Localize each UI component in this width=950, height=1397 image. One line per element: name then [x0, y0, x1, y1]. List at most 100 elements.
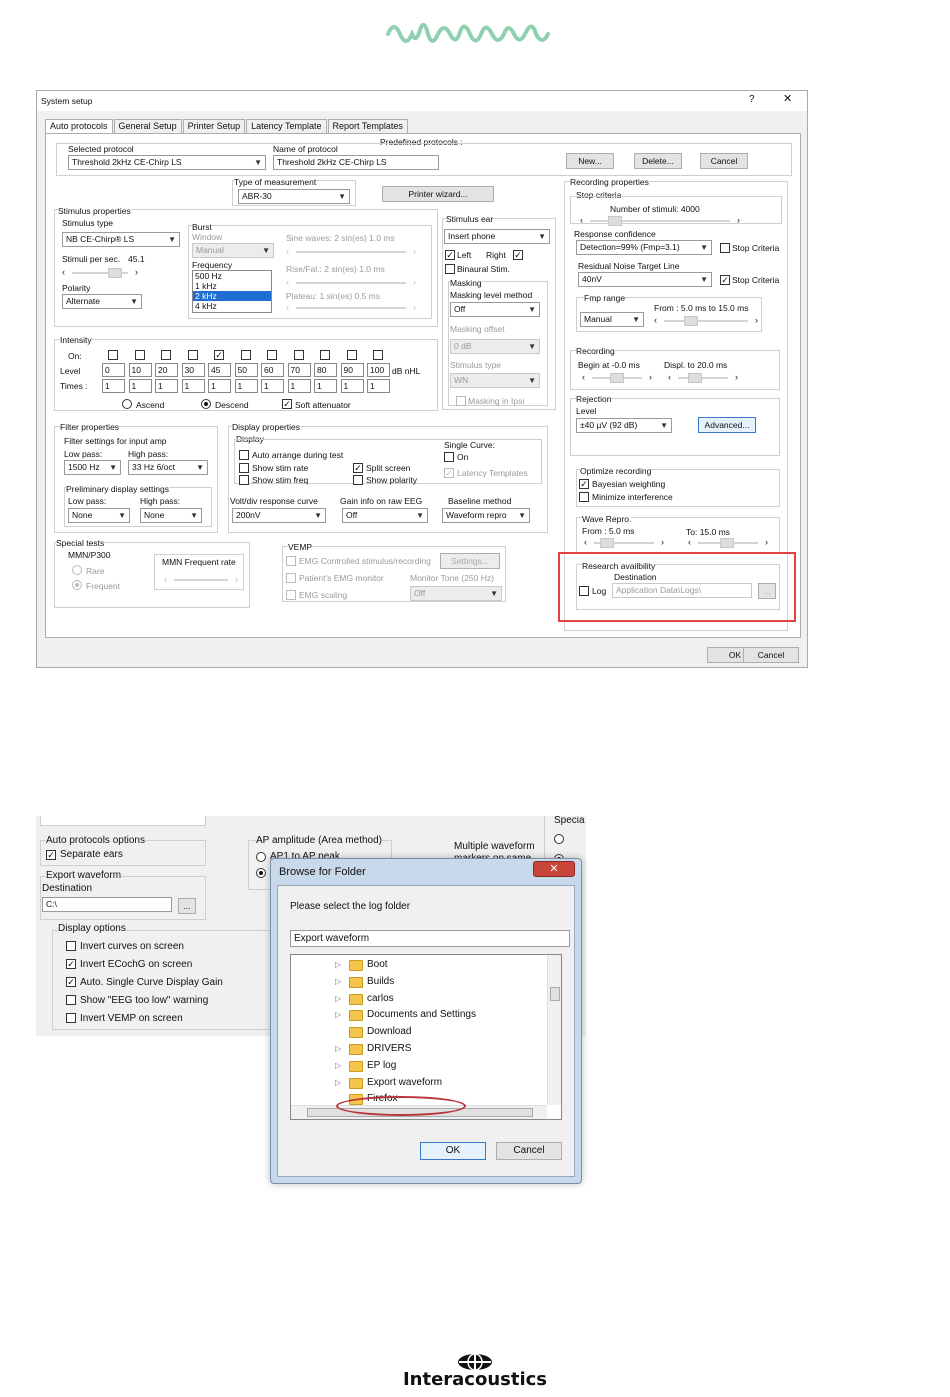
frequency-option[interactable]: 1 kHz: [193, 281, 271, 291]
intensity-level-field[interactable]: 100: [367, 363, 390, 377]
arrow-left-icon[interactable]: ‹: [286, 246, 289, 257]
emg-controlled-checkbox[interactable]: [286, 556, 296, 566]
displ-to-slider[interactable]: ‹ ›: [668, 372, 738, 384]
printer-wizard-button[interactable]: Printer wizard...: [382, 186, 494, 202]
mask-stim-type-select[interactable]: WN ▼: [450, 373, 540, 388]
intensity-level-field[interactable]: 70: [287, 363, 311, 377]
expand-arrow-icon[interactable]: ▷: [335, 1075, 341, 1091]
prelim-low-select[interactable]: None ▼: [68, 508, 130, 523]
stop-criteria-checkbox-1[interactable]: [720, 243, 730, 253]
intensity-on-checkbox[interactable]: [134, 350, 145, 360]
type-measurement-select[interactable]: ABR-30 ▼: [238, 189, 350, 204]
arrow-left-icon[interactable]: ‹: [164, 574, 167, 585]
eeg-warning-checkbox[interactable]: [66, 995, 76, 1005]
intensity-on-checkbox[interactable]: [240, 350, 251, 360]
arrow-left-icon[interactable]: ‹: [688, 537, 691, 548]
frequency-option-selected[interactable]: 2 kHz: [193, 291, 271, 301]
begin-at-slider[interactable]: ‹ ›: [582, 372, 652, 384]
fmp-range-select[interactable]: Manual ▼: [580, 312, 644, 327]
stimulus-type-select[interactable]: NB CE-Chirp® LS ▼: [62, 232, 180, 247]
intensity-on-checkbox[interactable]: [161, 350, 171, 360]
intensity-times-field[interactable]: 1: [208, 379, 231, 393]
expand-arrow-icon[interactable]: ▷: [335, 957, 341, 973]
special-radio-1[interactable]: [554, 834, 564, 844]
browse-cancel-button[interactable]: Cancel: [496, 1142, 562, 1160]
tab-printer-setup[interactable]: Printer Setup: [182, 119, 246, 134]
single-curve-on-checkbox[interactable]: [444, 452, 454, 462]
stop-criteria-checkbox-2[interactable]: ✓: [720, 275, 730, 285]
delete-protocol-button[interactable]: Delete...: [634, 153, 682, 169]
left-ear-checkbox[interactable]: ✓: [445, 250, 455, 260]
arrow-left-icon[interactable]: ‹: [286, 277, 289, 288]
intensity-on-checkbox[interactable]: [373, 350, 383, 360]
help-button[interactable]: ?: [749, 95, 755, 105]
arrow-right-icon[interactable]: ›: [135, 267, 138, 278]
sine-waves-slider[interactable]: ‹ ›: [286, 246, 416, 258]
intensity-level-field[interactable]: 80: [314, 363, 337, 377]
frequency-listbox[interactable]: 500 Hz 1 kHz 2 kHz 4 kHz: [192, 270, 272, 313]
show-stim-freq-checkbox[interactable]: [239, 475, 249, 485]
tab-general-setup[interactable]: General Setup: [113, 119, 182, 134]
arrow-right-icon[interactable]: ›: [413, 277, 416, 288]
expand-arrow-icon[interactable]: ▷: [335, 991, 341, 1007]
soft-attenuator-checkbox[interactable]: ✓: [282, 399, 292, 409]
intensity-on-checkbox[interactable]: ✓: [214, 350, 224, 360]
expand-arrow-icon[interactable]: ▷: [335, 1058, 341, 1074]
arrow-right-icon[interactable]: ›: [765, 537, 768, 548]
cancel-button[interactable]: Cancel: [743, 647, 799, 663]
close-icon[interactable]: ✕: [533, 861, 575, 877]
slider-thumb[interactable]: [608, 216, 622, 226]
frequency-option[interactable]: 4 kHz: [193, 301, 271, 311]
polarity-select[interactable]: Alternate ▼: [62, 294, 142, 309]
intensity-times-field[interactable]: 1: [155, 379, 178, 393]
intensity-on-checkbox[interactable]: [320, 350, 330, 360]
arrow-left-icon[interactable]: ‹: [582, 372, 585, 383]
intensity-on-checkbox[interactable]: [187, 350, 198, 360]
masking-ipsi-checkbox[interactable]: [456, 396, 466, 406]
ap1-radio[interactable]: [256, 852, 266, 862]
slider-thumb[interactable]: [684, 316, 698, 326]
right-ear-checkbox[interactable]: ✓: [513, 250, 523, 260]
gain-info-select[interactable]: Off ▼: [342, 508, 428, 523]
binaural-checkbox[interactable]: [445, 264, 455, 274]
folder-path-field[interactable]: Export waveform: [290, 930, 570, 947]
expand-arrow-icon[interactable]: ▷: [335, 1007, 341, 1023]
intensity-times-field[interactable]: 1: [261, 379, 284, 393]
arrow-right-icon[interactable]: ›: [235, 574, 238, 585]
intensity-on-checkbox[interactable]: [108, 350, 118, 360]
intensity-level-field[interactable]: 50: [234, 363, 258, 377]
intensity-on-checkbox[interactable]: [293, 350, 304, 360]
arrow-right-icon[interactable]: ›: [413, 246, 416, 257]
plateau-slider[interactable]: ‹ ›: [286, 302, 416, 314]
slider-thumb[interactable]: [610, 373, 624, 383]
show-polarity-checkbox[interactable]: [353, 475, 363, 485]
stimuli-rate-slider[interactable]: ‹ ›: [62, 267, 138, 279]
intensity-times-field[interactable]: 1: [314, 379, 337, 393]
slider-thumb[interactable]: [720, 538, 734, 548]
rare-radio[interactable]: [72, 565, 82, 575]
intensity-on-checkbox[interactable]: [267, 350, 277, 360]
intensity-times-field[interactable]: 1: [367, 379, 390, 393]
export-destination-input[interactable]: C:\: [42, 897, 172, 912]
protocol-name-input[interactable]: Threshold 2kHz CE-Chirp LS: [273, 155, 439, 170]
intensity-times-field[interactable]: 1: [181, 379, 205, 393]
minimize-interference-checkbox[interactable]: [579, 492, 589, 502]
arrow-left-icon[interactable]: ‹: [580, 215, 583, 226]
window-select[interactable]: Manual ▼: [192, 243, 274, 258]
mmn-rate-slider[interactable]: ‹ ›: [164, 574, 238, 586]
intensity-times-field[interactable]: 1: [287, 379, 311, 393]
invert-vemp-checkbox[interactable]: [66, 1013, 76, 1023]
arrow-right-icon[interactable]: ›: [735, 372, 738, 383]
arrow-right-icon[interactable]: ›: [649, 372, 652, 383]
transducer-select[interactable]: Insert phone ▼: [444, 229, 550, 244]
slider-thumb[interactable]: [108, 268, 122, 278]
separate-ears-checkbox[interactable]: ✓: [46, 850, 56, 860]
prelim-high-select[interactable]: None ▼: [140, 508, 202, 523]
wave-to-slider[interactable]: ‹ ›: [688, 537, 768, 549]
ascend-radio[interactable]: [122, 399, 132, 409]
expand-arrow-icon[interactable]: ▷: [335, 1041, 341, 1057]
descend-radio[interactable]: [201, 399, 211, 409]
rise-fall-slider[interactable]: ‹ ›: [286, 277, 416, 289]
arrow-right-icon[interactable]: ›: [413, 302, 416, 313]
arrow-left-icon[interactable]: ‹: [286, 302, 289, 313]
